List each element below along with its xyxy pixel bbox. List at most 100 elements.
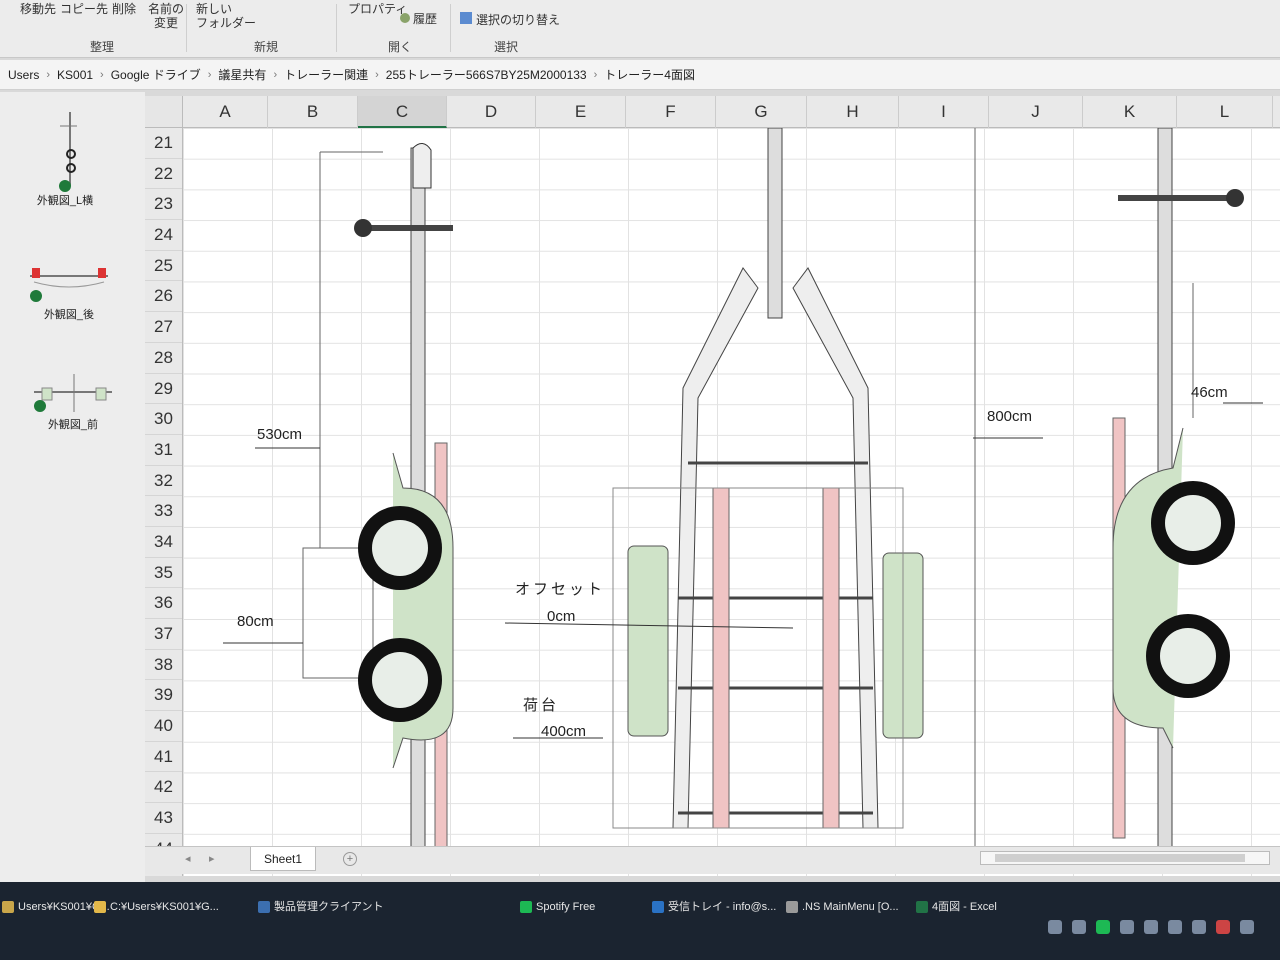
row-header[interactable]: 40 (145, 711, 182, 742)
taskbar-item[interactable]: 受信トレイ - info@s... (650, 896, 776, 918)
column-header[interactable]: F (626, 96, 716, 128)
row-header[interactable]: 38 (145, 650, 182, 681)
chevron-right-icon: › (100, 68, 104, 81)
taskbar: Users¥KS001¥G... C:¥Users¥KS001¥G... 製品管… (0, 882, 1280, 960)
taskbar-item[interactable]: C:¥Users¥KS001¥G... (92, 896, 219, 918)
breadcrumb-item[interactable]: トレーラー4面図 (600, 66, 699, 83)
column-header[interactable]: A (183, 96, 268, 128)
copy-to-button[interactable]: コピー先 (60, 2, 108, 16)
history-button[interactable]: 履歴 (400, 12, 437, 26)
column-header[interactable]: J (989, 96, 1083, 128)
mail-tray-icon[interactable] (1168, 920, 1182, 934)
breadcrumb-item[interactable]: トレーラー関連 (280, 66, 372, 83)
breadcrumb-item[interactable]: Google ドライブ (107, 66, 205, 83)
thumbnail-rear-view[interactable]: 外観図_後 (14, 262, 124, 322)
column-header[interactable]: G (716, 96, 807, 128)
add-sheet-icon[interactable]: + (343, 852, 357, 866)
dimension-label: 400cm (541, 723, 587, 740)
dimension-label: 800cm (987, 408, 1033, 425)
breadcrumb-item[interactable]: 議星共有 (214, 66, 270, 83)
sheet-tab[interactable]: Sheet1 (250, 847, 316, 871)
chevron-right-icon: › (273, 68, 278, 81)
select-all-corner[interactable] (145, 96, 183, 128)
dimension-label: 46cm (1191, 384, 1228, 401)
tray-icon[interactable] (1048, 920, 1062, 934)
row-header[interactable]: 24 (145, 220, 182, 251)
taskbar-item[interactable]: Spotify Free (518, 896, 595, 918)
row-header[interactable]: 28 (145, 343, 182, 374)
delete-button[interactable]: 削除 (112, 2, 136, 16)
thumbnail-side-view[interactable]: 外観図_L横 (10, 106, 120, 208)
side-view-drawing (223, 143, 454, 869)
row-header[interactable]: 41 (145, 742, 182, 773)
row-header[interactable]: 29 (145, 374, 182, 405)
thumbnail-label: 外観図_L横 (36, 195, 94, 207)
spotify-tray-icon[interactable] (1096, 920, 1110, 934)
column-header[interactable]: K (1083, 96, 1177, 128)
row-header[interactable]: 37 (145, 619, 182, 650)
tray-icon[interactable] (1120, 920, 1134, 934)
column-header[interactable]: E (536, 96, 626, 128)
group-select: 選択 (494, 40, 519, 54)
rename-button[interactable]: 名前の 変更 (148, 2, 184, 30)
move-to-button[interactable]: 移動先 (20, 2, 56, 16)
dimension-label: 530cm (257, 426, 303, 443)
invert-selection-button[interactable]: 選択の切り替え (460, 12, 560, 27)
thumbnail-front-view[interactable]: 外観図_前 (18, 372, 128, 432)
tray-icon[interactable] (1144, 920, 1158, 934)
row-header[interactable]: 34 (145, 527, 182, 558)
column-header-selected[interactable]: C (358, 96, 447, 128)
chevron-right-icon: › (46, 68, 51, 81)
row-header[interactable]: 35 (145, 558, 182, 589)
horizontal-scrollbar[interactable] (980, 851, 1270, 865)
row-header[interactable]: 21 (145, 128, 182, 159)
file-thumbnails-pane: 外観図_L横 外観図_後 外観図_前 (0, 92, 145, 882)
column-header[interactable]: B (268, 96, 358, 128)
row-header[interactable]: 43 (145, 803, 182, 834)
row-header[interactable]: 39 (145, 680, 182, 712)
scrollbar-thumb[interactable] (995, 854, 1245, 862)
row-header[interactable]: 33 (145, 496, 182, 527)
row-header[interactable]: 23 (145, 189, 182, 221)
taskbar-item[interactable]: .NS MainMenu [O... (784, 896, 899, 918)
breadcrumb-item[interactable]: 255トレーラー566S7BY25M2000133 (382, 66, 591, 83)
tray-icon[interactable] (1072, 920, 1086, 934)
thumbnail-label: 外観図_前 (47, 419, 99, 431)
chevron-right-icon: › (207, 68, 212, 81)
row-header[interactable]: 31 (145, 435, 182, 466)
row-header[interactable]: 26 (145, 281, 182, 313)
spreadsheet: A B C D E F G H I J K L 21 22 23 24 25 2… (145, 96, 1280, 876)
front-view-drawing (973, 128, 1263, 849)
column-header[interactable]: I (899, 96, 989, 128)
row-header[interactable]: 36 (145, 588, 182, 619)
row-header[interactable]: 22 (145, 159, 182, 190)
row-header[interactable]: 32 (145, 466, 182, 497)
history-icon (400, 13, 410, 23)
properties-button[interactable]: プロパティ (348, 2, 407, 16)
row-header[interactable]: 42 (145, 772, 182, 804)
scroll-tabs-left-icon[interactable]: ◂ (185, 852, 191, 865)
column-header[interactable]: H (807, 96, 899, 128)
breadcrumb-item[interactable]: KS001 (53, 68, 97, 82)
file-thumbnail-image (30, 268, 108, 302)
annotation-label: オフセット (515, 581, 606, 598)
new-folder-button[interactable]: 新しい フォルダー (196, 2, 256, 30)
breadcrumb-item[interactable]: Users (4, 68, 43, 82)
taskbar-item[interactable]: 4面図 - Excel (914, 896, 997, 918)
group-organize: 整理 (90, 40, 115, 54)
tray-icon[interactable] (1192, 920, 1206, 934)
column-header[interactable]: L (1177, 96, 1273, 128)
row-header[interactable]: 25 (145, 251, 182, 282)
taskbar-item[interactable]: 製品管理クライアント (256, 896, 384, 918)
annotation-label: 荷台 (523, 697, 560, 714)
column-header[interactable]: D (447, 96, 536, 128)
tray-icon[interactable] (1240, 920, 1254, 934)
group-new: 新規 (254, 40, 279, 54)
trailer-four-view-drawing[interactable] (183, 128, 1280, 876)
row-header[interactable]: 30 (145, 404, 182, 435)
tray-icon[interactable] (1216, 920, 1230, 934)
scroll-tabs-right-icon[interactable]: ▸ (209, 852, 215, 865)
ribbon-separator (186, 4, 187, 52)
row-header[interactable]: 27 (145, 312, 182, 343)
dimension-label: 80cm (237, 613, 274, 630)
